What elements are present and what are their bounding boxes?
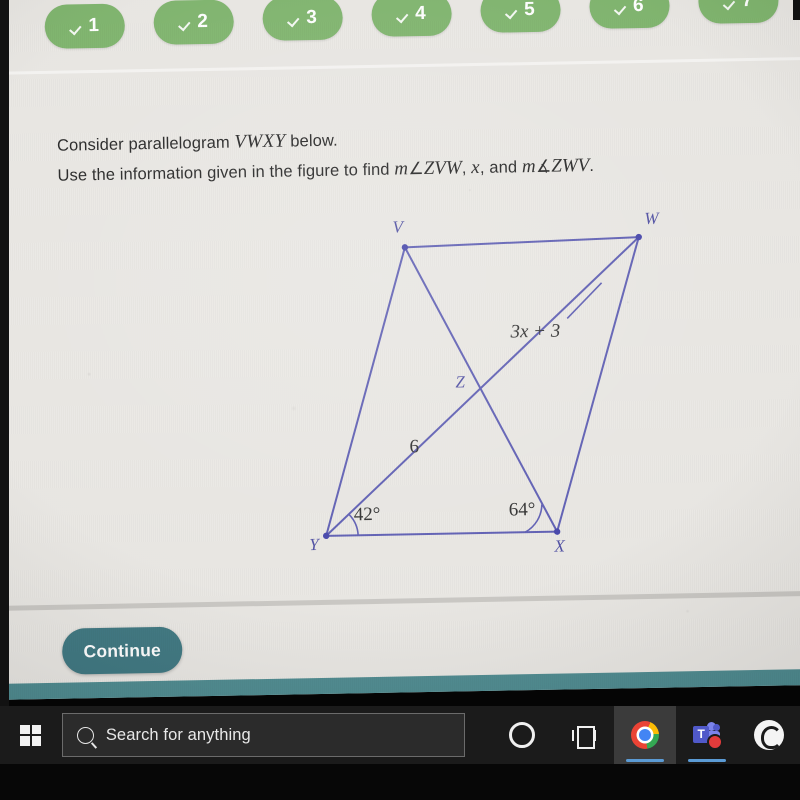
teams-taskbar-button[interactable]: T <box>676 706 738 764</box>
chrome-taskbar-button[interactable] <box>614 706 677 764</box>
teams-icon: T <box>693 722 724 750</box>
task-view-icon <box>571 725 596 749</box>
teams-notification-badge <box>707 734 724 750</box>
start-button[interactable] <box>0 706 62 764</box>
vertex-label-X: X <box>553 536 565 555</box>
side-YV <box>325 247 406 537</box>
quiz-page-surface: 1 2 3 4 5 6 7 Consider parallelogram VWX… <box>0 0 800 700</box>
taskbar-search-box[interactable]: Search for anything <box>61 713 465 757</box>
chrome-icon <box>631 721 660 749</box>
vertex-label-Y: Y <box>309 535 320 554</box>
teams-active-indicator <box>688 759 727 762</box>
side-WX <box>556 236 640 532</box>
intersection-label-Z: Z <box>455 372 465 391</box>
vertex-label-V: V <box>392 217 405 236</box>
device-bezel-top-right <box>793 0 800 20</box>
angle-measure-42: 42° <box>354 504 381 525</box>
search-icon <box>76 726 94 744</box>
search-input-placeholder: Search for anything <box>105 725 251 744</box>
diagonal-VX <box>404 246 559 533</box>
cortana-button[interactable] <box>491 706 553 764</box>
side-XY <box>326 530 558 537</box>
parallelogram-diagram: V W X Y Z 42° 64° 6 3x + 3 <box>309 209 660 556</box>
segment-expression-3x-plus-3: 3x + 3 <box>509 321 560 343</box>
cortana-icon <box>508 722 535 748</box>
taskbar-lower-shelf <box>0 764 800 800</box>
vertex-label-W: W <box>644 209 660 228</box>
continue-button[interactable]: Continue <box>61 626 183 675</box>
task-view-button[interactable] <box>553 706 615 764</box>
diagonal-YW <box>325 236 640 537</box>
edge-icon <box>754 720 785 750</box>
edge-taskbar-button[interactable] <box>738 706 800 764</box>
windows-logo-icon <box>20 724 42 746</box>
chrome-active-indicator <box>626 759 665 762</box>
angle-measure-64: 64° <box>509 499 536 520</box>
segment-length-6: 6 <box>409 436 419 457</box>
device-bezel-left <box>0 0 9 712</box>
windows-taskbar: Search for anything T <box>0 706 800 764</box>
side-VW <box>404 236 639 249</box>
geometry-figure: V W X Y Z 42° 64° 6 3x + 3 <box>0 0 800 624</box>
photographed-screen: 1 2 3 4 5 6 7 Consider parallelogram VWX… <box>0 0 800 800</box>
